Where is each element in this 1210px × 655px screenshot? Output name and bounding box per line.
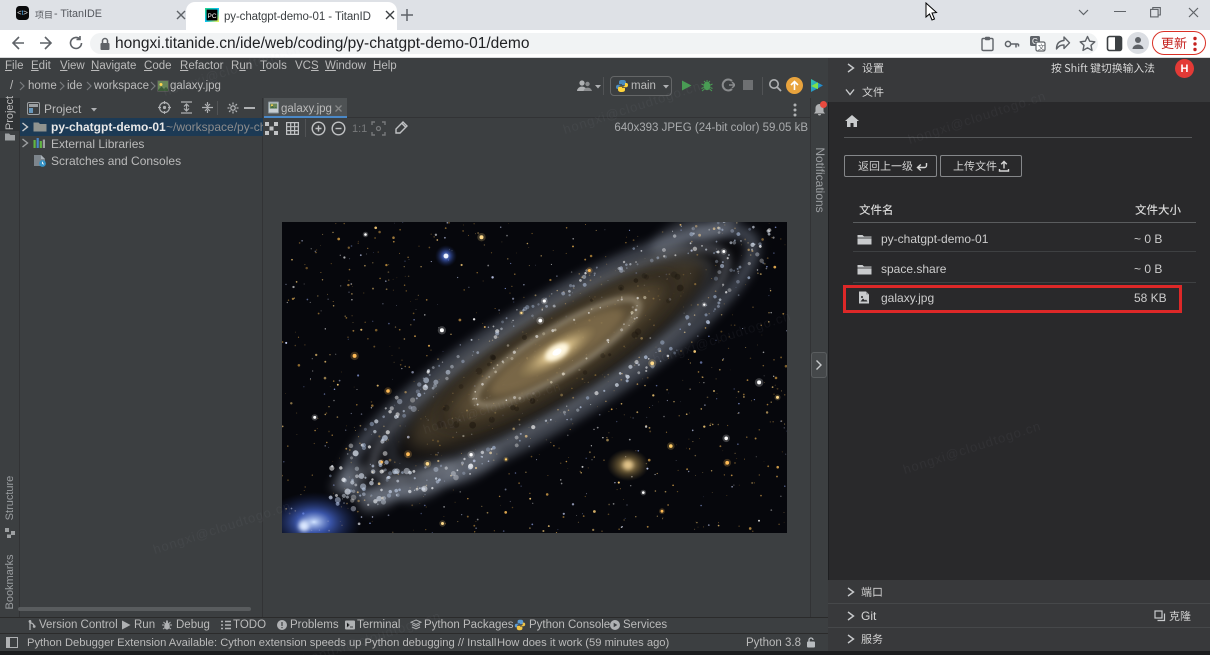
svg-text:PC: PC [208,13,217,20]
svg-text:文: 文 [1038,43,1045,52]
